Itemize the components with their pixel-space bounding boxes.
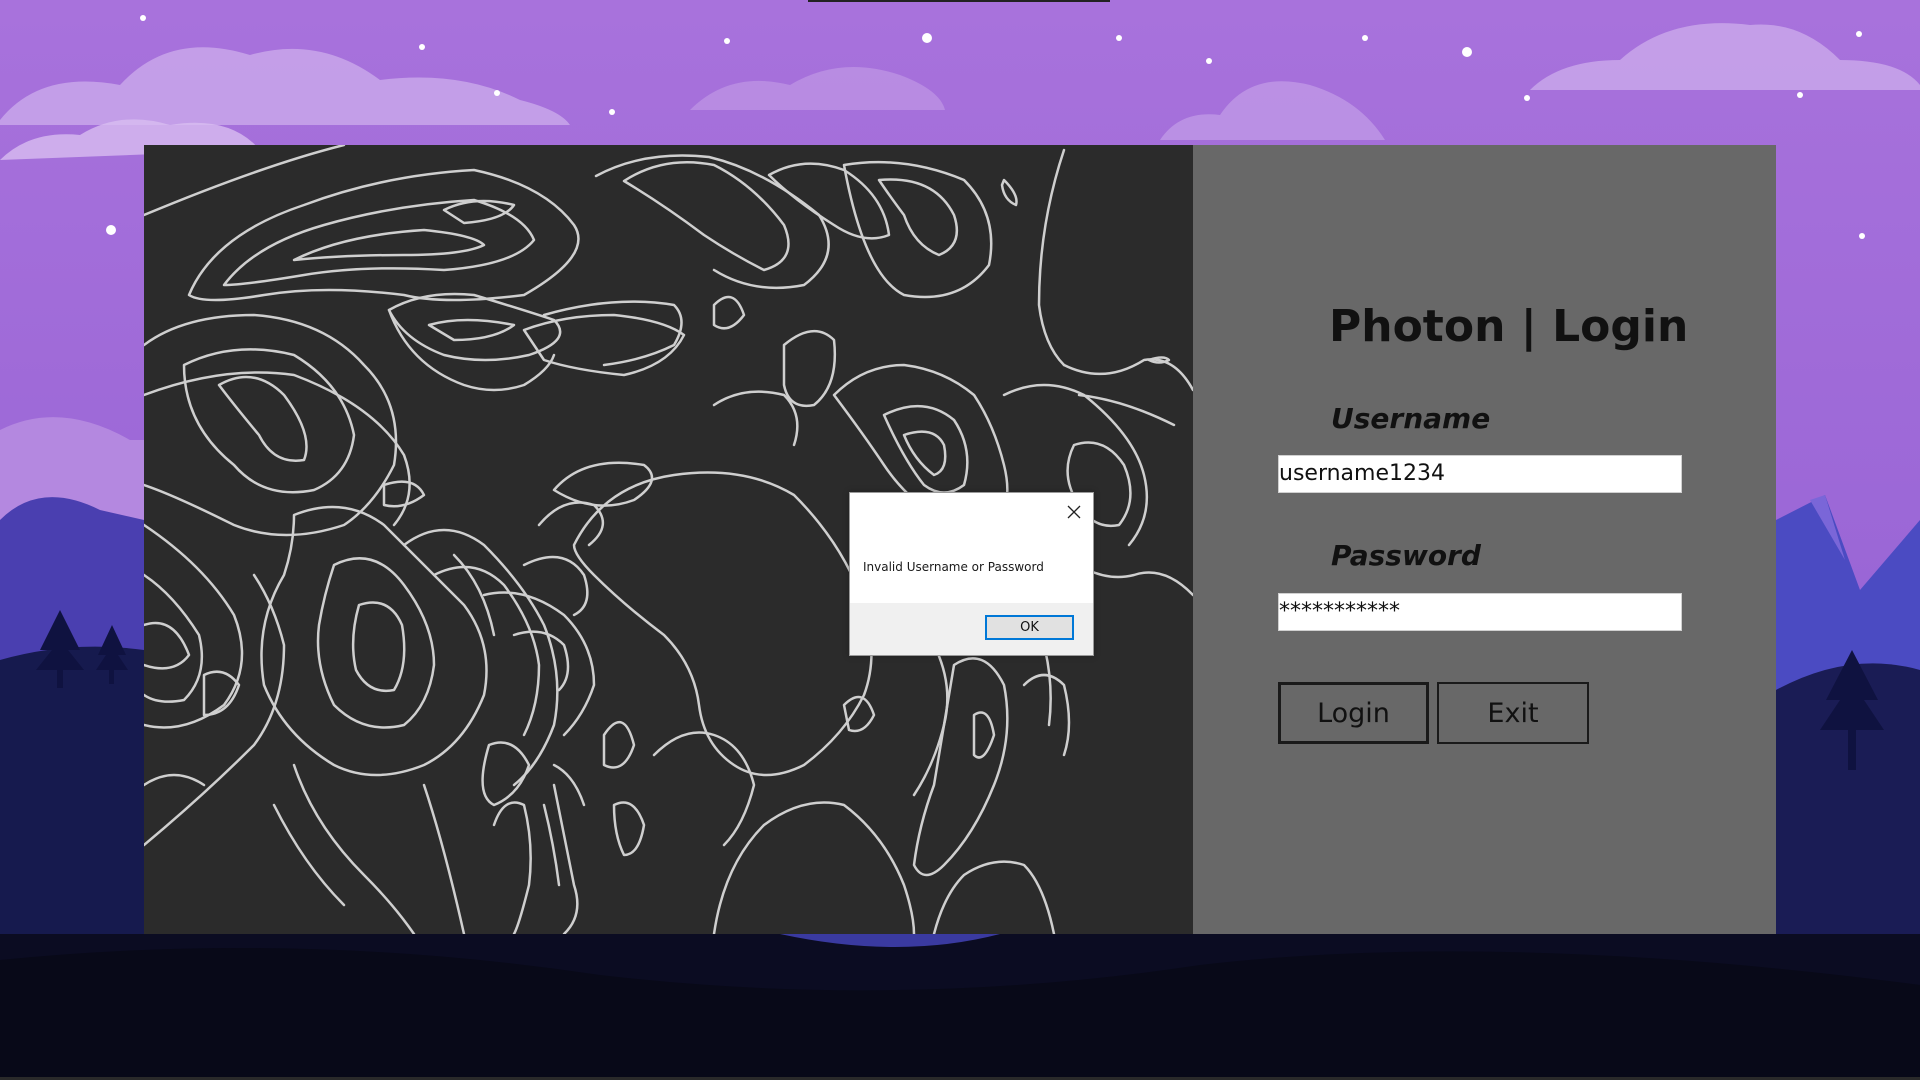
ok-button[interactable]: OK (985, 615, 1074, 640)
exit-button-label: Exit (1487, 697, 1539, 729)
password-label: Password (1331, 539, 1481, 572)
ok-button-label: OK (1020, 620, 1039, 635)
username-input[interactable]: username1234 (1278, 455, 1682, 493)
login-button[interactable]: Login (1278, 682, 1429, 744)
exit-button[interactable]: Exit (1437, 682, 1589, 744)
error-dialog: Invalid Username or Password OK (849, 492, 1094, 656)
close-button[interactable] (1061, 499, 1087, 525)
page-title: Photon | Login (1329, 301, 1689, 352)
dialog-footer: OK (850, 603, 1093, 655)
username-label: Username (1331, 402, 1491, 435)
error-message: Invalid Username or Password (863, 560, 1044, 574)
login-button-label: Login (1317, 697, 1390, 729)
login-form-panel: Photon | Login Username username1234 Pas… (1193, 145, 1776, 934)
desktop-stage: Photon | Login Username username1234 Pas… (0, 0, 1920, 1080)
close-icon (1067, 505, 1081, 519)
password-input[interactable]: *********** (1278, 593, 1682, 631)
